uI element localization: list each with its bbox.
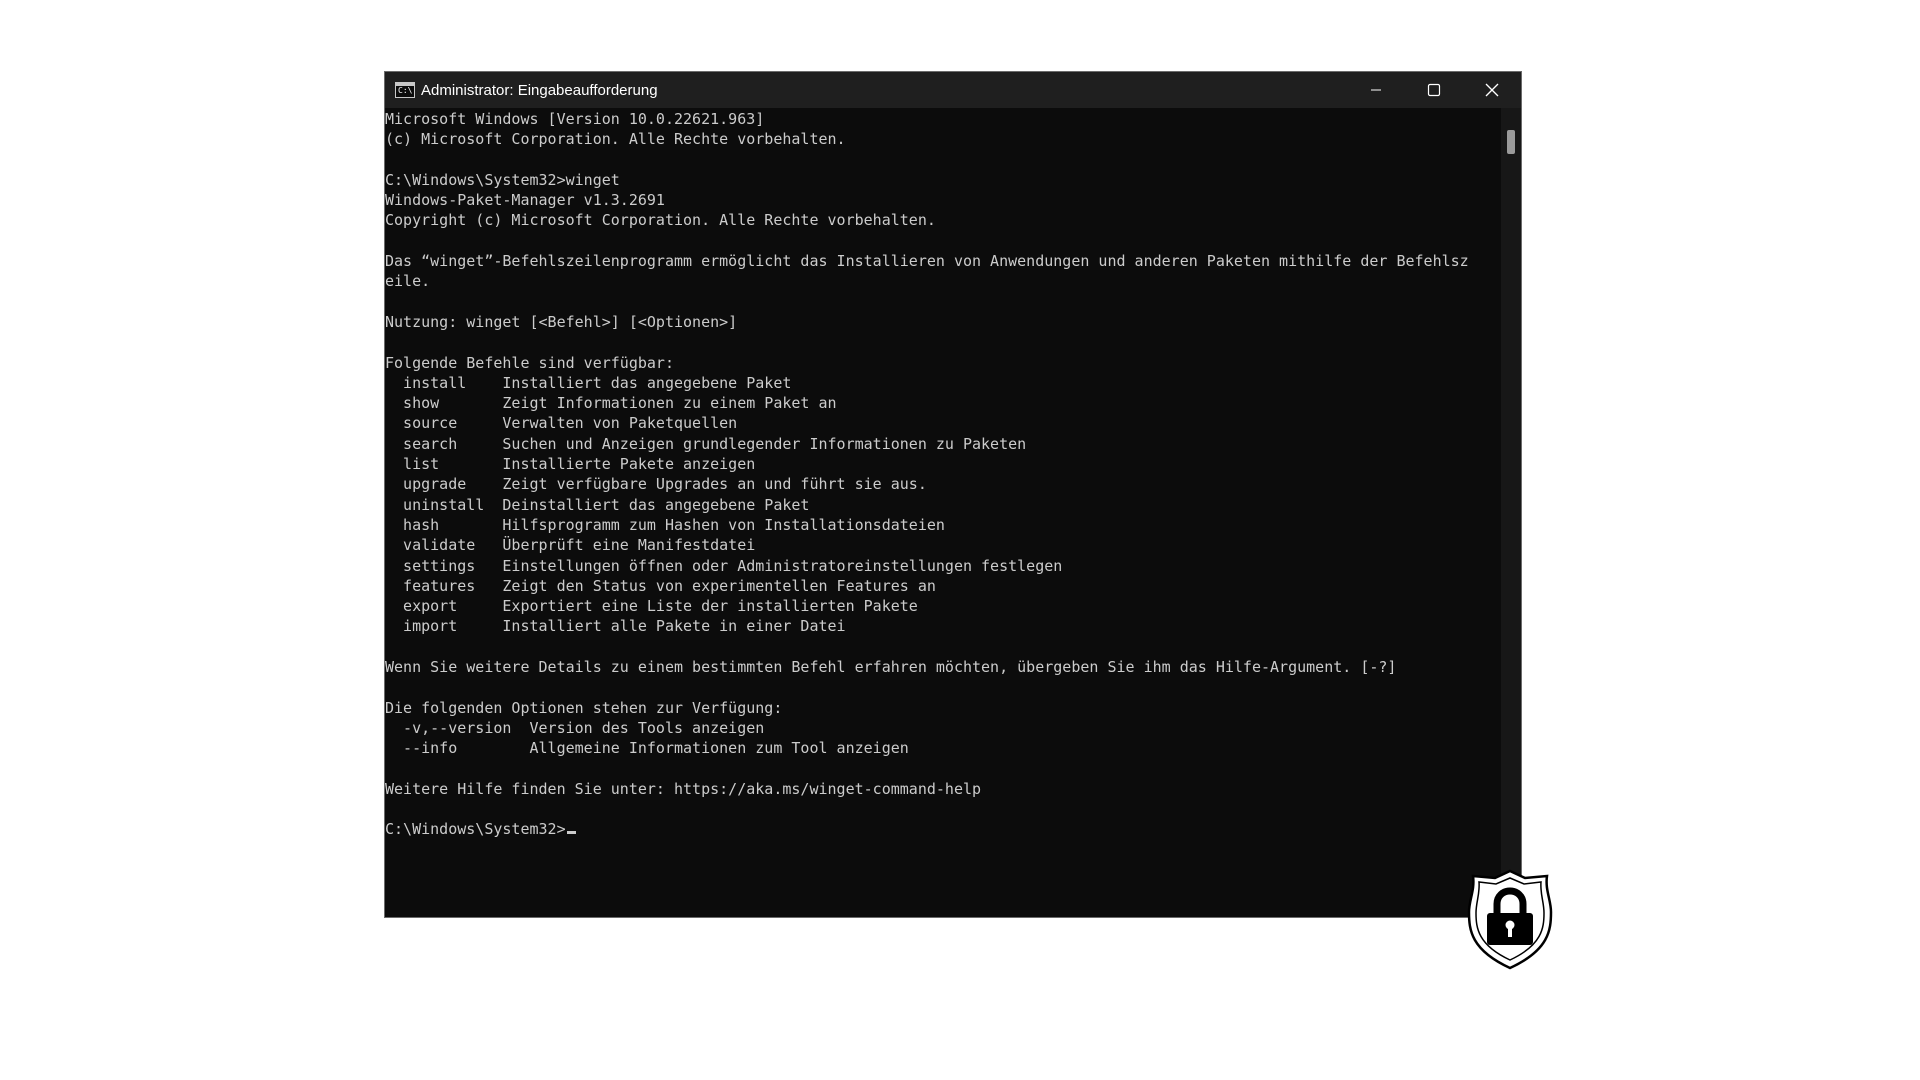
title-bar[interactable]: C:\ Administrator: Eingabeaufforderung bbox=[385, 72, 1521, 108]
maximize-icon bbox=[1427, 83, 1441, 97]
window-controls bbox=[1347, 72, 1521, 108]
console-line: export Exportiert eine Liste der install… bbox=[385, 597, 918, 616]
console-line: Weitere Hilfe finden Sie unter: https://… bbox=[385, 779, 982, 798]
console-line: Die folgenden Optionen stehen zur Verfüg… bbox=[385, 698, 783, 717]
console-line: --info Allgemeine Informationen zum Tool… bbox=[385, 739, 909, 758]
console-text: Microsoft Windows [Version 10.0.22621.96… bbox=[385, 108, 1503, 840]
minimize-icon bbox=[1371, 89, 1381, 91]
console-line: hash Hilfsprogramm zum Hashen von Instal… bbox=[385, 515, 945, 534]
close-button[interactable] bbox=[1463, 72, 1521, 108]
console-line: Das “winget”-Befehlszeilenprogramm ermög… bbox=[385, 252, 1469, 271]
cmd-icon-text: C:\ bbox=[398, 86, 413, 95]
vertical-scrollbar[interactable] bbox=[1501, 108, 1521, 917]
cmd-window[interactable]: C:\ Administrator: Eingabeaufforderung M… bbox=[384, 71, 1522, 918]
console-line: Microsoft Windows [Version 10.0.22621.96… bbox=[385, 110, 765, 128]
console-line: Folgende Befehle sind verfügbar: bbox=[385, 353, 674, 372]
console-line: show Zeigt Informationen zu einem Paket … bbox=[385, 394, 837, 413]
console-line: C:\Windows\System32> bbox=[385, 820, 566, 839]
text-cursor bbox=[566, 831, 576, 835]
console-line: C:\Windows\System32>winget bbox=[385, 170, 620, 189]
console-line: Copyright (c) Microsoft Corporation. All… bbox=[385, 211, 936, 230]
console-line: Windows-Paket-Manager v1.3.2691 bbox=[385, 191, 665, 210]
console-line: source Verwalten von Paketquellen bbox=[385, 414, 738, 433]
console-line: search Suchen und Anzeigen grundlegender… bbox=[385, 434, 1027, 453]
console-line: upgrade Zeigt verfügbare Upgrades an und… bbox=[385, 475, 927, 494]
window-title: Administrator: Eingabeaufforderung bbox=[421, 81, 658, 99]
minimize-button[interactable] bbox=[1347, 72, 1405, 108]
console-line: import Installiert alle Pakete in einer … bbox=[385, 617, 846, 636]
console-line: validate Überprüft eine Manifestdatei bbox=[385, 536, 756, 555]
console-line: list Installierte Pakete anzeigen bbox=[385, 455, 756, 474]
close-icon bbox=[1485, 83, 1499, 97]
console-line: -v,--version Version des Tools anzeigen bbox=[385, 718, 765, 737]
console-line: uninstall Deinstalliert das angegebene P… bbox=[385, 495, 810, 514]
console-line: eile. bbox=[385, 272, 431, 291]
console-line: settings Einstellungen öffnen oder Admin… bbox=[385, 556, 1063, 575]
scrollbar-thumb[interactable] bbox=[1507, 130, 1515, 154]
console-line: (c) Microsoft Corporation. Alle Rechte v… bbox=[385, 130, 846, 149]
console-line: features Zeigt den Status von experiment… bbox=[385, 576, 936, 595]
cmd-icon: C:\ bbox=[395, 82, 415, 98]
console-line: Nutzung: winget [<Befehl>] [<Optionen>] bbox=[385, 312, 738, 331]
maximize-button[interactable] bbox=[1405, 72, 1463, 108]
console-line: install Installiert das angegebene Paket bbox=[385, 373, 792, 392]
console-line: Wenn Sie weitere Details zu einem bestim… bbox=[385, 658, 1397, 677]
shield-lock-icon bbox=[1467, 869, 1553, 970]
console-output[interactable]: Microsoft Windows [Version 10.0.22621.96… bbox=[385, 108, 1503, 917]
